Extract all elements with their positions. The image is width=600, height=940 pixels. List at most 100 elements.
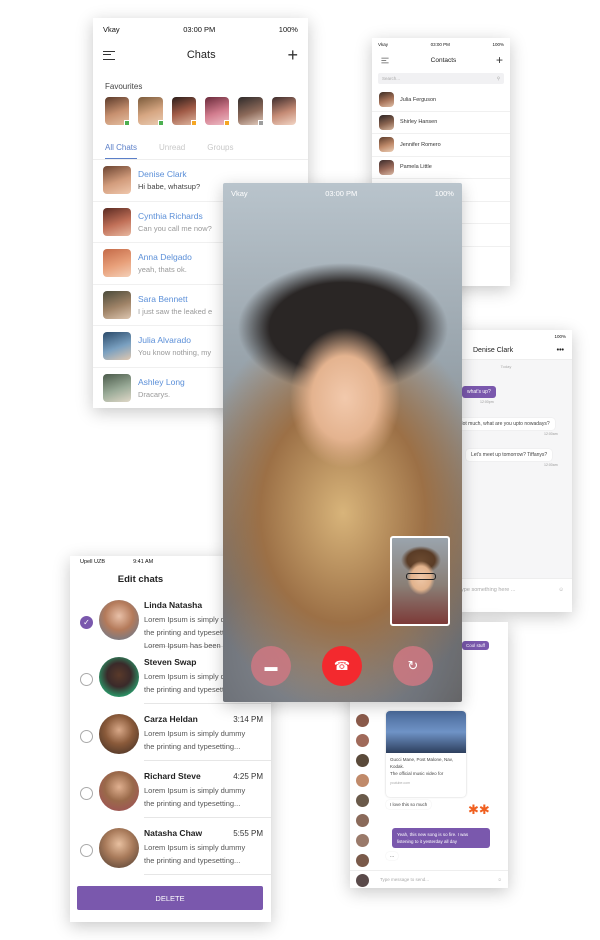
menu-icon[interactable] <box>381 57 389 63</box>
menu-icon[interactable] <box>103 50 115 60</box>
avatar <box>103 207 131 236</box>
avatar <box>379 137 394 153</box>
end-call-button[interactable]: ☎ <box>322 646 362 686</box>
contact-name: Natasha Chaw <box>144 828 203 838</box>
chat-name: Ashley Long <box>138 376 185 387</box>
chat-button[interactable]: ▬ <box>251 646 291 686</box>
avatar <box>99 714 139 754</box>
edit-chat-row[interactable]: Carza Heldan 3:14 PM Lorem Ipsum is simpl… <box>70 704 271 761</box>
delete-button[interactable]: DELETE <box>77 886 263 910</box>
row-checkbox[interactable] <box>80 844 93 857</box>
video-thumbnail[interactable] <box>386 711 466 753</box>
favourite-avatar[interactable] <box>271 97 296 125</box>
incoming-message: Let's meet up tomorrow? Tiffanys? <box>466 449 553 461</box>
outgoing-message: Yeah, this new song is so fire. I was li… <box>392 828 490 848</box>
contact-title: Denise Clark <box>473 347 514 354</box>
avatar <box>103 290 131 319</box>
incoming-message: Not much, what are you upto nowadays? <box>454 418 555 430</box>
end-call-icon: ☎ <box>333 658 351 673</box>
page-title: Contacts <box>430 56 457 64</box>
carrier-text: Vkay <box>103 24 120 34</box>
status-bar: Vkay 03:00 PM 100% <box>223 183 462 203</box>
avatar <box>379 114 394 130</box>
avatar <box>103 373 131 402</box>
media-caption-line2: The official music video for <box>390 771 444 777</box>
chat-preview: I just saw the leaked e <box>138 306 213 316</box>
row-checkbox-checked[interactable]: ✓ <box>80 616 93 629</box>
avatar <box>99 771 139 811</box>
more-icon[interactable]: ••• <box>557 347 564 354</box>
avatar <box>356 834 369 847</box>
battery-text: 100% <box>492 41 504 47</box>
avatar <box>379 159 394 175</box>
chat-bubble-icon: ▬ <box>264 658 278 674</box>
avatar <box>103 249 131 278</box>
chat-preview: Hi babe, whatsup? <box>138 182 201 192</box>
edit-chat-row[interactable]: Natasha Chaw 5:55 PM Lorem Ipsum is simpl… <box>70 818 271 875</box>
carrier-text: Upell UZB <box>80 559 106 565</box>
contact-name: Richard Steve <box>144 771 201 781</box>
contact-name: Jennifer Romero <box>400 141 441 148</box>
contact-row[interactable]: Jennifer Romero <box>372 134 510 157</box>
favourite-avatar[interactable] <box>204 97 231 126</box>
avatar <box>356 754 369 767</box>
status-time: 03:00 PM <box>430 41 450 47</box>
chat-name: Cynthia Richards <box>138 210 203 221</box>
carrier-text: Vkay <box>378 41 389 47</box>
showcase-stage: Vkay 03:00 PM 100% Chats + Favourites Al… <box>0 0 600 940</box>
add-chat-icon[interactable]: + <box>287 46 298 64</box>
search-icon: ⚲ <box>496 75 500 81</box>
preview-line: the printing and typesetting... <box>144 856 241 865</box>
self-preview-video[interactable] <box>390 536 450 626</box>
avatar <box>99 657 139 697</box>
media-source: youtube.com <box>390 780 411 785</box>
preview-line: the printing and typesetting... <box>144 799 241 808</box>
emoji-icon[interactable]: ☺ <box>558 587 564 593</box>
contact-name: Steven Swap <box>144 657 197 667</box>
edit-chat-row[interactable]: Richard Steve 4:25 PM Lorem Ipsum is simp… <box>70 761 271 818</box>
contact-name: Linda Natasha <box>144 600 203 610</box>
tab-unread[interactable]: Unread <box>159 143 185 159</box>
contact-row[interactable]: Julia Ferguson <box>372 89 510 112</box>
row-checkbox[interactable] <box>80 673 93 686</box>
chat-name: Denise Clark <box>138 169 187 180</box>
chat-name: Anna Delgado <box>138 252 192 263</box>
message-placeholder: Type message to send... <box>380 877 430 882</box>
contact-name: Carza Heldan <box>144 714 198 724</box>
add-contact-icon[interactable]: + <box>496 54 503 66</box>
page-title: Chats <box>186 49 216 61</box>
favourite-avatar[interactable] <box>238 97 264 126</box>
favourite-avatar[interactable] <box>171 97 197 126</box>
message-time: 12:00pm <box>480 400 494 404</box>
preview-line: the printing and typesetting... <box>144 742 241 751</box>
contact-name: Pamela Little <box>400 164 432 171</box>
chat-preview: yeah, thats ok. <box>138 265 187 275</box>
row-checkbox[interactable] <box>80 787 93 800</box>
favourite-avatar[interactable] <box>105 97 131 126</box>
avatar <box>379 92 394 108</box>
group-message-input[interactable]: Type message to send... ☺ <box>350 870 508 888</box>
favourites-heading: Favourites <box>105 82 143 91</box>
message-time: 12:00am <box>544 463 558 467</box>
message-placeholder: Type something here ... <box>458 586 516 593</box>
media-card[interactable]: Gucci Mane, Post Malone, Nav, Kodak. The … <box>386 711 466 797</box>
chats-header: Chats + <box>93 40 308 70</box>
typing-indicator: ... <box>386 852 399 860</box>
avatar <box>356 714 369 727</box>
tab-groups[interactable]: Groups <box>207 143 233 159</box>
row-checkbox[interactable] <box>80 730 93 743</box>
contact-row[interactable]: Pamela Little <box>372 157 510 179</box>
tab-all-chats[interactable]: All Chats <box>105 143 138 159</box>
avatar <box>103 332 131 361</box>
emoji-icon[interactable]: ☺ <box>497 877 502 882</box>
avatar <box>356 854 369 867</box>
video-call-screen: Vkay 03:00 PM 100% ▬ ☎ ↻ <box>223 183 462 702</box>
contacts-header: Contacts + <box>372 50 510 70</box>
contact-name: Julia Ferguson <box>400 96 437 103</box>
contact-row[interactable]: Shirley Hansen <box>372 112 510 134</box>
carrier-text: Vkay <box>231 188 248 198</box>
favourite-avatar[interactable] <box>138 97 164 126</box>
battery-text: 100% <box>278 24 298 34</box>
search-field[interactable]: Search... ⚲ <box>378 73 504 84</box>
switch-camera-button[interactable]: ↻ <box>393 646 433 686</box>
